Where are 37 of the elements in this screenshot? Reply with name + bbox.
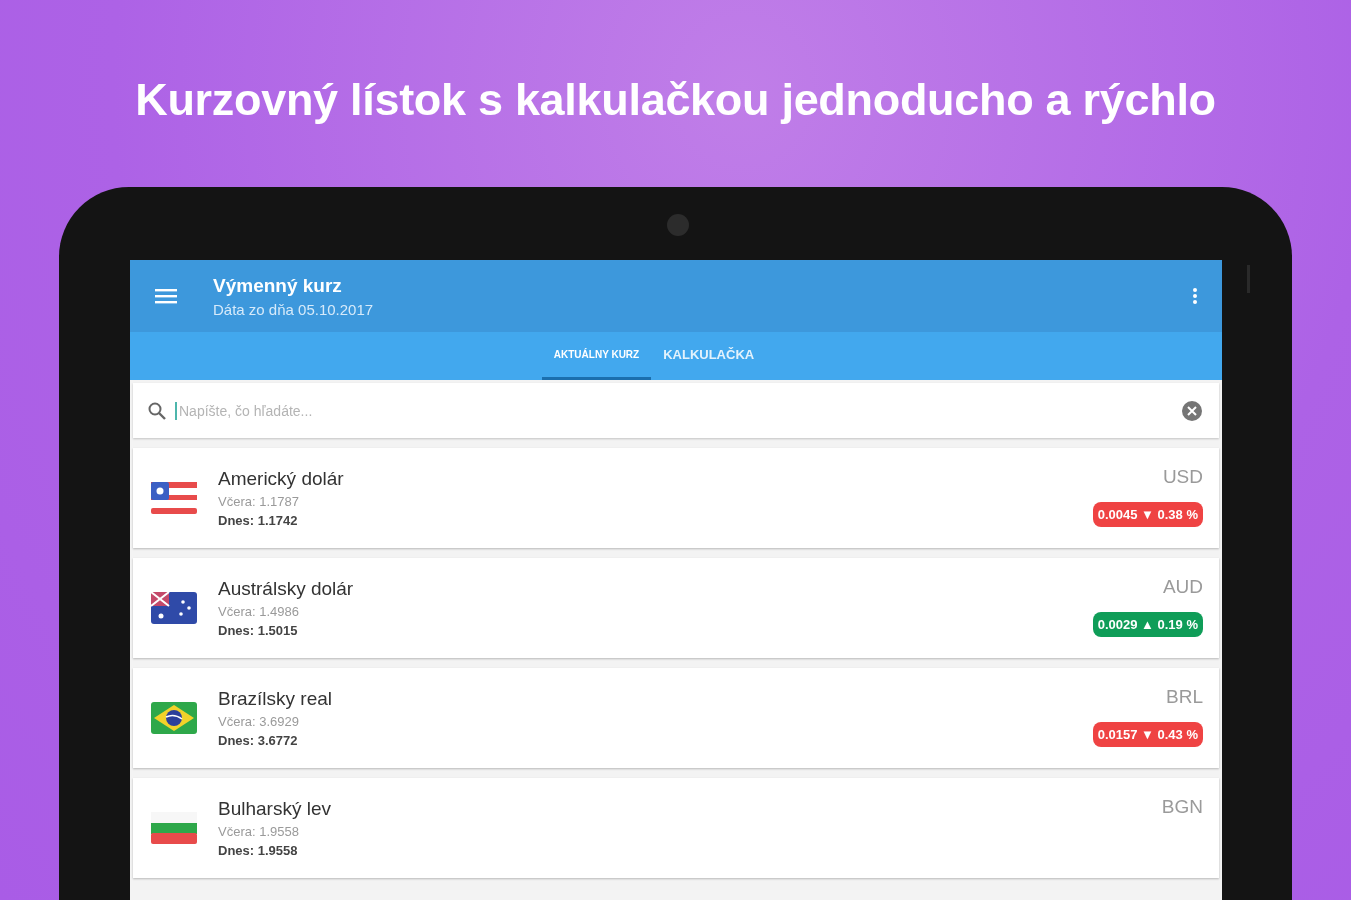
app-title: Výmenný kurz — [213, 274, 343, 297]
yesterday-rate: Včera: 3.6929 — [218, 714, 300, 729]
yesterday-rate: Včera: 1.4986 — [218, 604, 300, 619]
search-bar[interactable]: Napíšte, čo hľadáte... — [133, 383, 1219, 438]
flag-icon — [151, 702, 197, 734]
flag-icon — [151, 592, 197, 624]
today-rate: Dnes: 3.6772 — [218, 733, 299, 748]
today-rate: Dnes: 1.1742 — [218, 513, 299, 528]
flag-icon — [151, 482, 197, 514]
change-badge: 0.0029 ▲ 0.19 % — [1092, 612, 1203, 637]
app-subtitle: Dáta zo dňa 05.10.2017 — [213, 300, 375, 318]
currency-code: USD — [1162, 466, 1203, 488]
currency-card[interactable]: Brazílsky real Včera: 3.6929 Dnes: 3.6772 BRL 0.0157 ▼ 0.43 % — [133, 668, 1219, 768]
today-rate: Dnes: 1.9558 — [218, 843, 299, 858]
currency-card[interactable]: Austrálsky dolár Včera: 1.4986 Dnes: 1.5015 AUD 0.0029 ▲ 0.19 % — [133, 558, 1219, 658]
yesterday-rate: Včera: 1.9558 — [218, 824, 300, 839]
change-badge: 0.0157 ▼ 0.43 % — [1092, 722, 1203, 747]
currency-card[interactable]: Bulharský lev Včera: 1.9558 Dnes: 1.9558 BGN — [133, 778, 1219, 878]
currency-name: Americký dolár — [218, 468, 345, 490]
currency-name: Bulharský lev — [218, 798, 332, 820]
today-rate: Dnes: 1.5015 — [218, 623, 299, 638]
currency-code: BRL — [1166, 686, 1203, 708]
currency-code: BGN — [1161, 796, 1203, 818]
more-options-icon[interactable] — [1192, 287, 1198, 305]
yesterday-rate: Včera: 1.1787 — [218, 494, 300, 509]
headline: Kurzovný lístok s kalkulačkou jednoducho a rýchlo — [135, 73, 1216, 127]
search-field[interactable]: Napíšte, čo hľadáte... — [175, 401, 1173, 420]
camera-icon — [667, 214, 689, 236]
change-badge: 0.0045 ▼ 0.38 % — [1092, 502, 1203, 527]
currency-name: Austrálsky dolár — [218, 578, 355, 600]
currency-code: AUD — [1162, 576, 1203, 598]
currency-card[interactable]: Americký dolár Včera: 1.1787 Dnes: 1.1742 USD 0.0045 ▼ 0.38 % — [133, 448, 1219, 548]
flag-icon — [151, 812, 197, 844]
currency-name: Brazílsky real — [218, 688, 334, 710]
clear-icon[interactable] — [1181, 399, 1203, 422]
search-icon — [147, 400, 167, 421]
menu-icon[interactable] — [155, 288, 177, 304]
